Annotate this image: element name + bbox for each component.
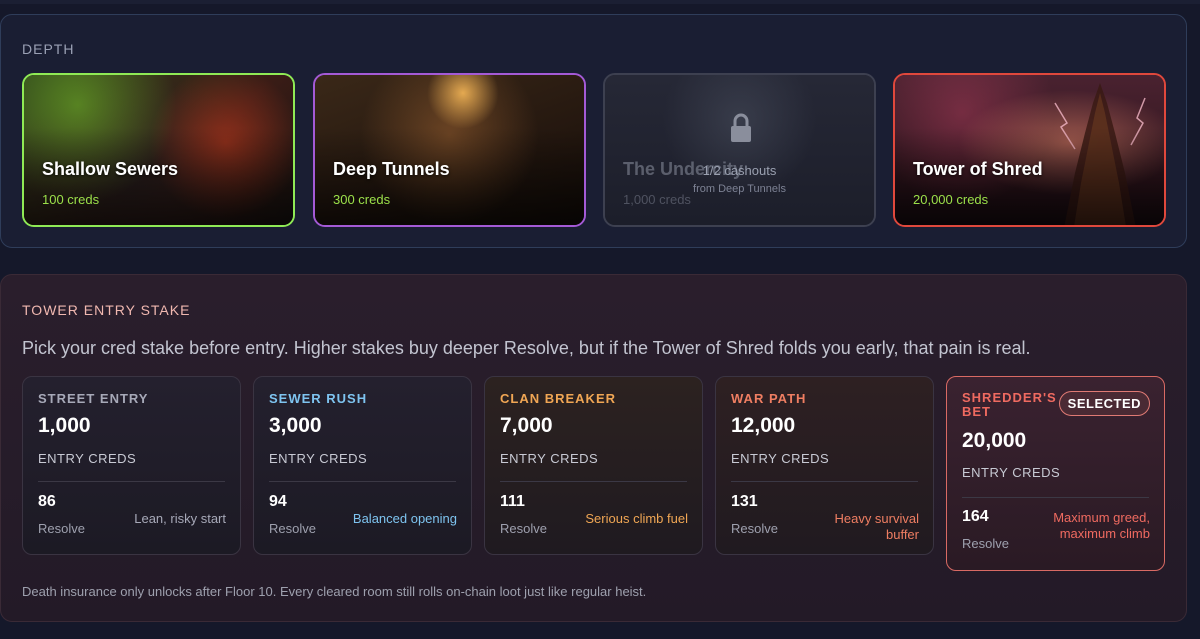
stake-tier-name: SEWER RUSH: [269, 391, 368, 406]
depth-card-shallow-sewers[interactable]: Shallow Sewers 100 creds: [22, 73, 295, 227]
stake-tier-name: SHREDDER'S BET: [962, 390, 1057, 419]
stake-amount: 20,000: [962, 429, 1027, 452]
stake-option-clan-breaker[interactable]: CLAN BREAKER 7,000 ENTRY CREDS 111 Resol…: [484, 376, 703, 555]
stake-footnote: Death insurance only unlocks after Floor…: [22, 584, 647, 599]
stake-tagline: Balanced opening: [352, 511, 457, 526]
resolve-value: 94: [269, 493, 287, 510]
depth-heading: DEPTH: [22, 41, 75, 57]
stake-tagline: Lean, risky start: [134, 511, 226, 526]
stake-unit-label: ENTRY CREDS: [962, 465, 1061, 480]
stake-tagline: Serious climb fuel: [585, 511, 688, 526]
stake-unit-label: ENTRY CREDS: [269, 451, 368, 466]
stake-heading: TOWER ENTRY STAKE: [22, 302, 191, 318]
divider: [731, 481, 918, 482]
lock-icon: [731, 113, 751, 142]
resolve-label: Resolve: [962, 536, 1009, 551]
resolve-label: Resolve: [731, 521, 778, 536]
depth-card-cost: 300 creds: [333, 192, 391, 207]
resolve-value: 111: [500, 493, 525, 510]
tower-entry-stake-panel: TOWER ENTRY STAKE Pick your cred stake b…: [0, 274, 1187, 622]
divider: [269, 481, 456, 482]
resolve-value: 131: [731, 493, 758, 510]
resolve-label: Resolve: [38, 521, 85, 536]
stake-amount: 3,000: [269, 414, 322, 437]
stake-unit-label: ENTRY CREDS: [731, 451, 830, 466]
selected-badge: SELECTED: [1058, 391, 1150, 416]
stake-tagline: Heavy survival buffer: [834, 511, 919, 542]
stake-amount: 12,000: [731, 414, 796, 437]
top-edge: [0, 0, 1200, 4]
stake-option-shredders-bet[interactable]: SHREDDER'S BET SELECTED 20,000 ENTRY CRE…: [946, 376, 1165, 571]
stake-tagline: Maximum greed, maximum climb: [1053, 510, 1150, 541]
depth-panel: DEPTH Shallow Sewers 100 creds Deep Tunn…: [0, 14, 1187, 248]
stake-tier-name: STREET ENTRY: [38, 391, 149, 406]
divider: [500, 481, 687, 482]
stake-tier-name: WAR PATH: [731, 391, 807, 406]
depth-card-name: Deep Tunnels: [333, 159, 450, 179]
stake-unit-label: ENTRY CREDS: [500, 451, 599, 466]
stake-description: Pick your cred stake before entry. Highe…: [22, 338, 1031, 358]
divider: [38, 481, 225, 482]
stake-option-sewer-rush[interactable]: SEWER RUSH 3,000 ENTRY CREDS 94 Resolve …: [253, 376, 472, 555]
unlock-requirement: 1/2 cashouts: [702, 163, 777, 178]
depth-card-cost: 100 creds: [42, 192, 100, 207]
stake-tier-name: CLAN BREAKER: [500, 391, 616, 406]
depth-card-name: Tower of Shred: [913, 159, 1043, 179]
depth-card-undercity-locked: The Undercity 1,000 creds 1/2 cashouts f…: [603, 73, 876, 227]
depth-card-tower-of-shred[interactable]: Tower of Shred 20,000 creds: [893, 73, 1166, 227]
resolve-label: Resolve: [269, 521, 316, 536]
resolve-value: 86: [38, 493, 56, 510]
depth-card-name: Shallow Sewers: [42, 159, 179, 179]
stake-option-street-entry[interactable]: STREET ENTRY 1,000 ENTRY CREDS 86 Resolv…: [22, 376, 241, 555]
stake-option-war-path[interactable]: WAR PATH 12,000 ENTRY CREDS 131 Resolve …: [715, 376, 934, 555]
stake-amount: 1,000: [38, 414, 91, 437]
resolve-value: 164: [962, 508, 989, 525]
divider: [962, 497, 1149, 498]
stake-unit-label: ENTRY CREDS: [38, 451, 137, 466]
stake-amount: 7,000: [500, 414, 553, 437]
depth-card-cost: 20,000 creds: [913, 192, 989, 207]
resolve-label: Resolve: [500, 521, 547, 536]
depth-card-deep-tunnels[interactable]: Deep Tunnels 300 creds: [313, 73, 586, 227]
unlock-requirement-source: from Deep Tunnels: [693, 183, 786, 195]
